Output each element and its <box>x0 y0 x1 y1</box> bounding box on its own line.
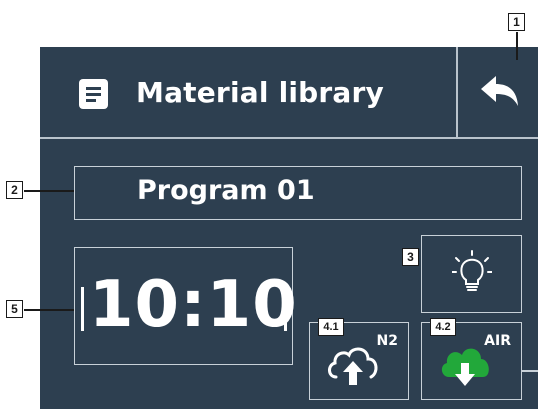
back-button[interactable] <box>458 47 538 137</box>
lightbulb-icon <box>452 250 492 291</box>
callout-2-leader <box>24 190 74 192</box>
page-title: Material library <box>136 76 384 109</box>
cloud-upload-icon <box>328 347 378 385</box>
callout-1: 1 <box>508 13 525 31</box>
callout-4-1: 4.1 <box>318 318 344 336</box>
callout-5: 5 <box>6 300 23 318</box>
header-divider <box>40 137 538 139</box>
clock-display[interactable]: 10:10 <box>74 247 297 365</box>
program-field[interactable]: Program 01 <box>74 166 522 220</box>
right-edge-tick <box>522 370 538 372</box>
time-bracket-left <box>81 287 84 331</box>
light-button[interactable] <box>421 235 522 313</box>
callout-4-2: 4.2 <box>430 318 456 336</box>
callout-2: 2 <box>6 181 23 199</box>
callout-1-leader <box>516 32 518 60</box>
document-icon <box>79 79 108 109</box>
program-label: Program 01 <box>137 175 315 206</box>
cloud-download-icon <box>441 348 489 386</box>
back-arrow-icon <box>481 76 518 106</box>
callout-5-leader <box>24 309 74 311</box>
time-bracket-right <box>284 287 287 331</box>
clock-time: 10:10 <box>89 268 298 342</box>
callout-3: 3 <box>402 248 419 266</box>
